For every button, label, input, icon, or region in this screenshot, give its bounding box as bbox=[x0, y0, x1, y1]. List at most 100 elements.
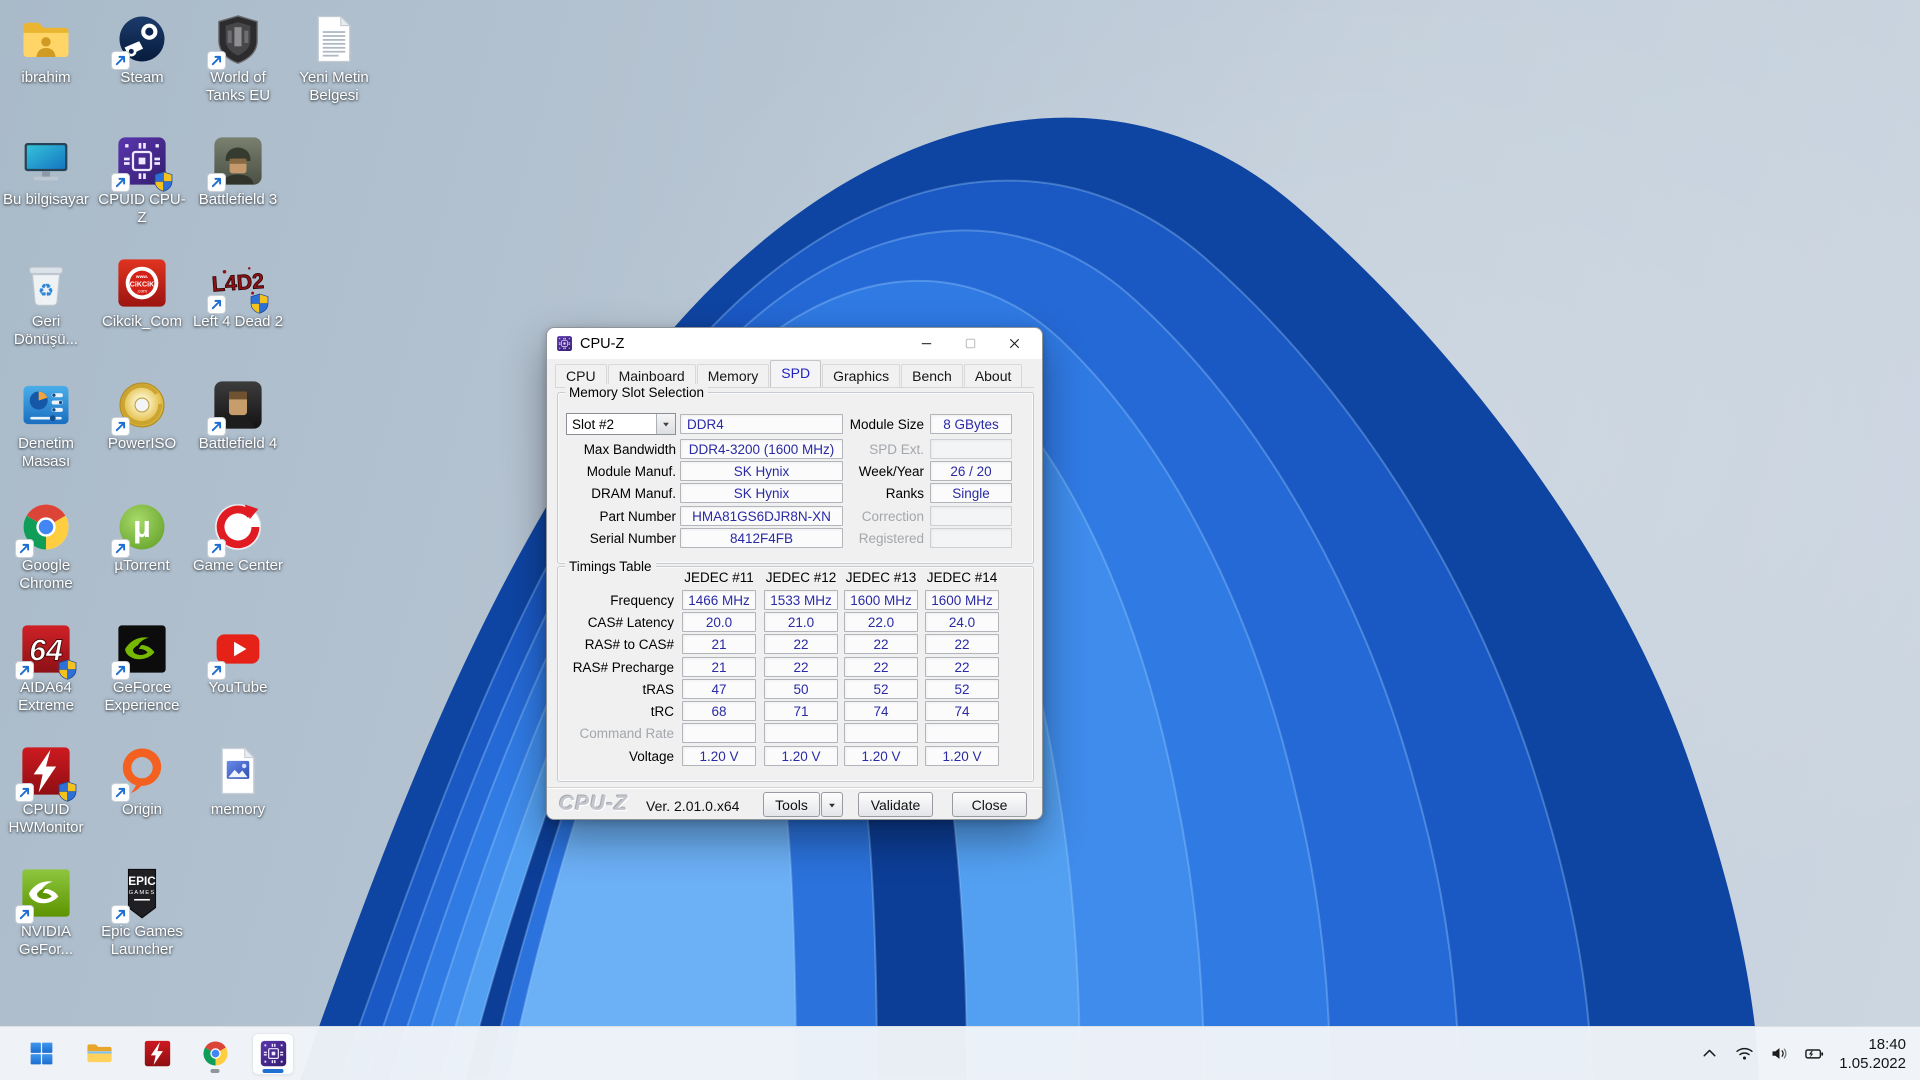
running-indicator bbox=[210, 1069, 220, 1073]
desktop-icon-label: Origin bbox=[121, 801, 162, 818]
shortcut-arrow-icon bbox=[16, 906, 33, 923]
desktop-icon-yeni-metin-belgesi[interactable]: Yeni Metin Belgesi bbox=[286, 6, 382, 128]
desktop-icon-label: Bu bilgisayar bbox=[3, 191, 89, 208]
titlebar[interactable]: CPU-Z bbox=[547, 328, 1042, 359]
field-label: Serial Number bbox=[589, 530, 676, 546]
chevron-down-icon[interactable] bbox=[656, 414, 675, 434]
shortcut-arrow-icon bbox=[112, 784, 129, 801]
shortcut-arrow-icon bbox=[112, 540, 129, 557]
desktop-icon-epic-games-launcher[interactable]: EPIC GAMES Epic Games Launcher bbox=[94, 860, 190, 982]
taskbar-clock[interactable]: 18:40 1.05.2022 bbox=[1839, 1035, 1906, 1073]
tab-about[interactable]: About bbox=[963, 364, 1023, 387]
desktop-icon-utorrent[interactable]: µ µTorrent bbox=[94, 494, 190, 616]
desktop-icon-steam[interactable]: Steam bbox=[94, 6, 190, 128]
wifi-icon[interactable] bbox=[1731, 1041, 1757, 1067]
desktop-icon-battlefield-4[interactable]: Battlefield 4 bbox=[190, 372, 286, 494]
field-value: 68 bbox=[682, 701, 756, 721]
chevron-up-icon[interactable] bbox=[1696, 1041, 1722, 1067]
field-value: 74 bbox=[844, 701, 918, 721]
desktop-icon-geforce-experience[interactable]: GeForce Experience bbox=[94, 616, 190, 738]
desktop-icon-denetim-masasi[interactable]: Denetim Masası bbox=[0, 372, 94, 494]
volume-icon[interactable] bbox=[1766, 1041, 1792, 1067]
desktop-icon-left-4-dead-2[interactable]: L4D2 Left 4 Dead 2 bbox=[190, 250, 286, 372]
tools-button[interactable]: Tools bbox=[763, 792, 820, 817]
validate-button[interactable]: Validate bbox=[858, 792, 933, 817]
desktop-icon-label: GeForce Experience bbox=[104, 679, 180, 714]
field-label: CAS# Latency bbox=[587, 614, 674, 630]
shortcut-arrow-icon bbox=[208, 296, 225, 313]
desktop-icon-bu-bilgisayar[interactable]: Bu bilgisayar bbox=[0, 128, 94, 250]
field-value: 1.20 V bbox=[844, 746, 918, 766]
field-value: 71 bbox=[764, 701, 838, 721]
field-value: 52 bbox=[844, 679, 918, 699]
memory-slot-dropdown[interactable]: Slot #2 bbox=[566, 413, 676, 435]
desktop-icon-nvidia-gefor[interactable]: NVIDIA GeFor... bbox=[0, 860, 94, 982]
taskbar-cpu-z-button[interactable] bbox=[252, 1032, 294, 1075]
field-value: 1.20 V bbox=[925, 746, 999, 766]
epic-games-icon: EPIC GAMES bbox=[112, 866, 169, 923]
steam-icon bbox=[112, 12, 169, 69]
field-value: 22 bbox=[925, 634, 999, 654]
battlefield3-icon bbox=[208, 134, 265, 191]
l4d2-icon: L4D2 bbox=[208, 256, 269, 314]
uac-shield-icon bbox=[249, 293, 270, 314]
tools-dropdown-arrow-icon[interactable] bbox=[821, 792, 843, 817]
clock-time: 18:40 bbox=[1868, 1035, 1906, 1053]
close-window-button[interactable] bbox=[992, 328, 1036, 359]
computer-icon bbox=[19, 134, 73, 188]
maximize-button[interactable] bbox=[948, 328, 992, 359]
shortcut-arrow-icon bbox=[112, 662, 129, 679]
field-value: 22 bbox=[844, 657, 918, 677]
desktop-icon-world-of-tanks-eu[interactable]: World of Tanks EU bbox=[190, 6, 286, 128]
desktop-icon-origin[interactable]: Origin bbox=[94, 738, 190, 860]
desktop-icon-google-chrome[interactable]: Google Chrome bbox=[0, 494, 94, 616]
field-label: tRAS bbox=[642, 681, 674, 697]
desktop-icon-label: Game Center bbox=[192, 557, 284, 574]
field-value bbox=[764, 723, 838, 743]
field-label: Correction bbox=[861, 508, 924, 524]
cpuz-logo: CPU-Z bbox=[559, 792, 629, 815]
field-value: 1.20 V bbox=[682, 746, 756, 766]
desktop-icon-label: World of Tanks EU bbox=[205, 69, 271, 104]
tab-bench[interactable]: Bench bbox=[901, 364, 963, 387]
minimize-button[interactable] bbox=[904, 328, 948, 359]
desktop-icon-game-center[interactable]: Game Center bbox=[190, 494, 286, 616]
desktop-icon-youtube[interactable]: YouTube bbox=[190, 616, 286, 738]
desktop-icon-poweriso[interactable]: PowerISO bbox=[94, 372, 190, 494]
taskbar-hwmonitor-button[interactable] bbox=[136, 1033, 178, 1075]
desktop-icon-ibrahim[interactable]: ibrahim bbox=[0, 6, 94, 128]
desktop-icon-aida64-extreme[interactable]: 64 AIDA64 Extreme bbox=[0, 616, 94, 738]
cpuz-app-icon bbox=[556, 335, 573, 352]
uac-shield-icon bbox=[57, 659, 78, 680]
memory-slot-value: Slot #2 bbox=[572, 416, 615, 432]
field-value: 21 bbox=[682, 634, 756, 654]
field-value: 22.0 bbox=[844, 612, 918, 632]
timings-column-header: JEDEC #11 bbox=[684, 569, 754, 585]
desktop-icon-battlefield-3[interactable]: Battlefield 3 bbox=[190, 128, 286, 250]
desktop-icon-label: YouTube bbox=[208, 679, 268, 696]
desktop-icon-memory[interactable]: memory bbox=[190, 738, 286, 860]
battery-charging-icon[interactable] bbox=[1801, 1041, 1827, 1067]
shortcut-arrow-icon bbox=[208, 418, 225, 435]
poweriso-icon bbox=[112, 378, 169, 435]
desktop-icon-cpuid-hwmonitor[interactable]: CPUID HWMonitor bbox=[0, 738, 94, 860]
desktop-icon-cpuid-cpu-z[interactable]: CPUID CPU-Z bbox=[94, 128, 190, 250]
desktop-icon-cikcik-com[interactable]: www. CiKCiK .com Cikcik_Com bbox=[94, 250, 190, 372]
desktop-icon-label: Epic Games Launcher bbox=[101, 923, 183, 958]
origin-icon bbox=[112, 744, 169, 801]
shortcut-arrow-icon bbox=[208, 52, 225, 69]
field-value: 74 bbox=[925, 701, 999, 721]
svg-text:.com: .com bbox=[137, 290, 147, 295]
field-value: Single bbox=[930, 483, 1012, 503]
tab-spd[interactable]: SPD bbox=[770, 360, 822, 387]
field-value bbox=[930, 506, 1012, 526]
taskbar-chrome-button[interactable] bbox=[194, 1033, 236, 1075]
desktop-icon-geri-donusu[interactable]: ♻ Geri Dönüşü... bbox=[0, 250, 94, 372]
uac-shield-icon bbox=[57, 781, 78, 802]
shortcut-arrow-icon bbox=[112, 418, 129, 435]
taskbar-file-explorer-button[interactable] bbox=[78, 1033, 120, 1075]
taskbar-start-button[interactable] bbox=[20, 1033, 62, 1075]
close-button[interactable]: Close bbox=[952, 792, 1027, 817]
tab-graphics[interactable]: Graphics bbox=[822, 364, 901, 387]
chrome-icon bbox=[16, 500, 73, 557]
